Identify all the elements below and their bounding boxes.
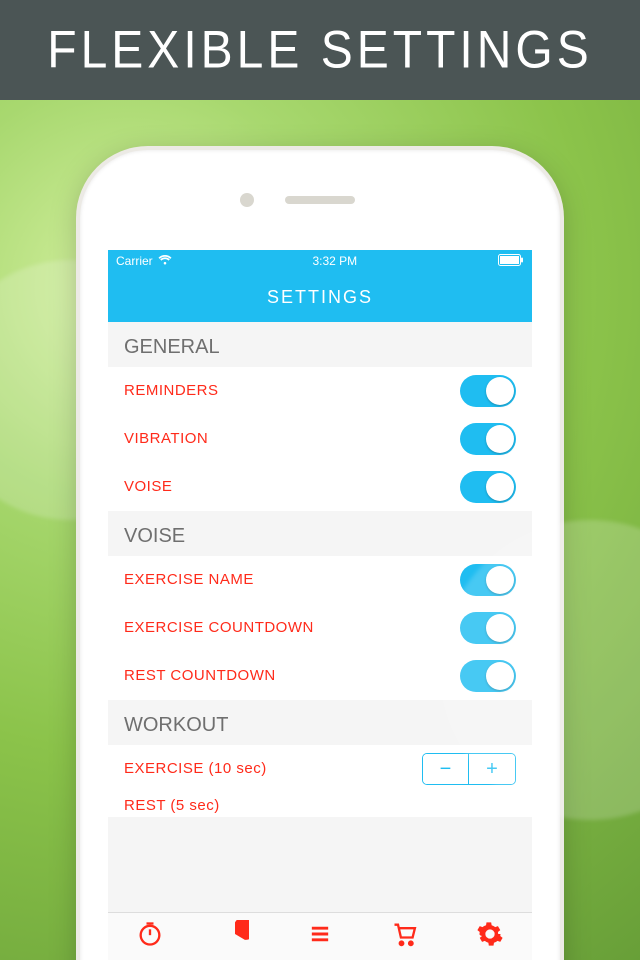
- status-left: Carrier: [116, 254, 172, 268]
- row-rest-countdown: REST COUNTDOWN: [108, 652, 532, 700]
- phone-frame: Carrier 3:32 PM SETTINGS GENERAL: [80, 150, 560, 960]
- section-header-general: GENERAL: [108, 322, 532, 367]
- tab-list[interactable]: [278, 913, 363, 960]
- row-label: EXERCISE NAME: [124, 571, 254, 588]
- toggle-exercise-countdown[interactable]: [460, 612, 516, 644]
- phone-screen: Carrier 3:32 PM SETTINGS GENERAL: [108, 250, 532, 960]
- row-exercise-name: EXERCISE NAME: [108, 556, 532, 604]
- toggle-vibration[interactable]: [460, 423, 516, 455]
- stepper-minus-button[interactable]: −: [423, 754, 469, 784]
- row-label: EXERCISE (10 sec): [124, 760, 267, 777]
- toggle-rest-countdown[interactable]: [460, 660, 516, 692]
- tab-stats[interactable]: [193, 913, 278, 960]
- phone-speaker: [285, 196, 355, 204]
- tab-shop[interactable]: [362, 913, 447, 960]
- pie-chart-icon: [221, 920, 249, 953]
- row-exercise-duration: EXERCISE (10 sec) − +: [108, 745, 532, 793]
- settings-content[interactable]: GENERAL REMINDERS VIBRATION VOISE VOISE …: [108, 322, 532, 912]
- wifi-icon: [158, 254, 172, 268]
- section-header-workout: WORKOUT: [108, 700, 532, 745]
- status-right: [498, 254, 524, 269]
- toggle-exercise-name[interactable]: [460, 564, 516, 596]
- gear-icon: [476, 920, 504, 953]
- phone-camera-dot: [240, 193, 254, 207]
- promo-background: FLEXIBLE SETTINGS Carrier 3:32 PM: [0, 0, 640, 960]
- promo-header: FLEXIBLE SETTINGS: [0, 0, 640, 100]
- row-label: REST (5 sec): [124, 793, 220, 814]
- status-bar: Carrier 3:32 PM: [108, 250, 532, 272]
- row-label: REMINDERS: [124, 382, 219, 399]
- status-time: 3:32 PM: [312, 254, 357, 268]
- list-icon: [306, 920, 334, 953]
- timer-icon: [136, 920, 164, 953]
- nav-bar: SETTINGS: [108, 272, 532, 322]
- row-label: EXERCISE COUNTDOWN: [124, 619, 314, 636]
- toggle-reminders[interactable]: [460, 375, 516, 407]
- row-label: REST COUNTDOWN: [124, 667, 276, 684]
- row-vibration: VIBRATION: [108, 415, 532, 463]
- row-rest-duration: REST (5 sec): [108, 793, 532, 817]
- row-label: VOISE: [124, 478, 172, 495]
- carrier-label: Carrier: [116, 254, 153, 268]
- section-header-voise: VOISE: [108, 511, 532, 556]
- tab-bar: [108, 912, 532, 960]
- stepper-plus-button[interactable]: +: [469, 754, 515, 784]
- promo-title: FLEXIBLE SETTINGS: [47, 20, 592, 81]
- stepper-exercise: − +: [422, 753, 516, 785]
- nav-title: SETTINGS: [267, 287, 373, 308]
- cart-icon: [391, 920, 419, 953]
- row-label: VIBRATION: [124, 430, 208, 447]
- battery-icon: [498, 254, 524, 269]
- tab-settings[interactable]: [447, 913, 532, 960]
- toggle-voise[interactable]: [460, 471, 516, 503]
- row-exercise-countdown: EXERCISE COUNTDOWN: [108, 604, 532, 652]
- tab-timer[interactable]: [108, 913, 193, 960]
- row-voise: VOISE: [108, 463, 532, 511]
- row-reminders: REMINDERS: [108, 367, 532, 415]
